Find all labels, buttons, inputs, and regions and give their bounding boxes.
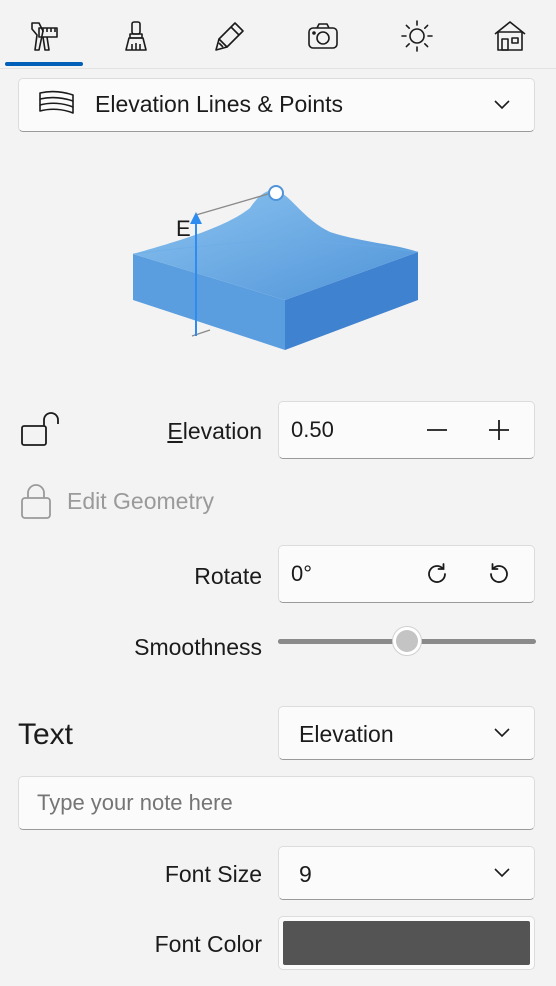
chevron-down-icon <box>494 100 510 110</box>
font-size-dropdown[interactable]: 9 <box>278 846 535 900</box>
slider-thumb[interactable] <box>392 626 422 656</box>
minus-icon <box>427 429 447 431</box>
unlock-icon[interactable] <box>20 412 60 448</box>
lock-icon <box>21 484 51 519</box>
edit-tool-button[interactable] <box>206 14 254 58</box>
text-source-dropdown[interactable]: Elevation <box>278 706 535 760</box>
note-input[interactable] <box>18 776 535 830</box>
smoothness-label: Smoothness <box>134 634 262 660</box>
rotate-value: 0° <box>291 561 313 586</box>
rotate-counterclockwise-icon <box>490 563 508 583</box>
elevation-label: Elevation <box>167 418 262 444</box>
rotate-clockwise-icon <box>428 563 446 583</box>
ruler-compass-icon <box>31 22 58 51</box>
elevation-increment-button[interactable] <box>479 410 519 450</box>
font-color-picker[interactable] <box>278 916 535 970</box>
smoothness-slider[interactable] <box>278 626 536 658</box>
house-icon <box>494 21 526 51</box>
chevron-down-icon <box>494 728 510 738</box>
elevation-value: 0.50 <box>291 417 334 442</box>
house-tool-button[interactable] <box>486 14 534 58</box>
edit-geometry-label[interactable]: Edit Geometry <box>67 488 214 515</box>
text-source-value: Elevation <box>299 721 394 747</box>
elevation-input[interactable]: 0.50 <box>278 401 535 459</box>
font-size-value: 9 <box>299 861 312 887</box>
plus-icon <box>489 420 509 440</box>
paint-tool-button[interactable] <box>112 14 160 58</box>
object-type-dropdown[interactable]: Elevation Lines & Points <box>18 78 535 132</box>
rotate-clockwise-button[interactable] <box>417 554 457 594</box>
text-section-heading: Text <box>18 718 74 751</box>
elevation-preview-illustration <box>132 185 419 350</box>
lighting-tool-button[interactable] <box>393 14 441 58</box>
font-color-label: Font Color <box>154 931 262 957</box>
font-color-swatch <box>283 921 530 965</box>
terrain-layers-icon <box>39 90 74 114</box>
selected-tool-indicator <box>5 62 83 66</box>
rotate-input[interactable]: 0° <box>278 545 535 603</box>
chevron-down-icon <box>494 868 510 878</box>
preview-axis-label: E <box>176 216 191 241</box>
measure-tool-button[interactable] <box>19 14 67 58</box>
slider-fill <box>278 639 407 644</box>
font-size-label: Font Size <box>164 861 262 887</box>
toolbar <box>0 0 556 68</box>
sun-icon <box>401 20 433 52</box>
rotate-label: Rotate <box>194 563 262 589</box>
object-type-label: Elevation Lines & Points <box>95 91 344 117</box>
paint-brush-icon <box>125 21 147 51</box>
elevation-decrement-button[interactable] <box>417 410 457 450</box>
camera-icon <box>308 23 338 49</box>
rotate-counterclockwise-button[interactable] <box>479 554 519 594</box>
camera-tool-button[interactable] <box>299 14 347 58</box>
toolbar-divider <box>0 68 556 69</box>
pencil-icon <box>215 22 244 51</box>
